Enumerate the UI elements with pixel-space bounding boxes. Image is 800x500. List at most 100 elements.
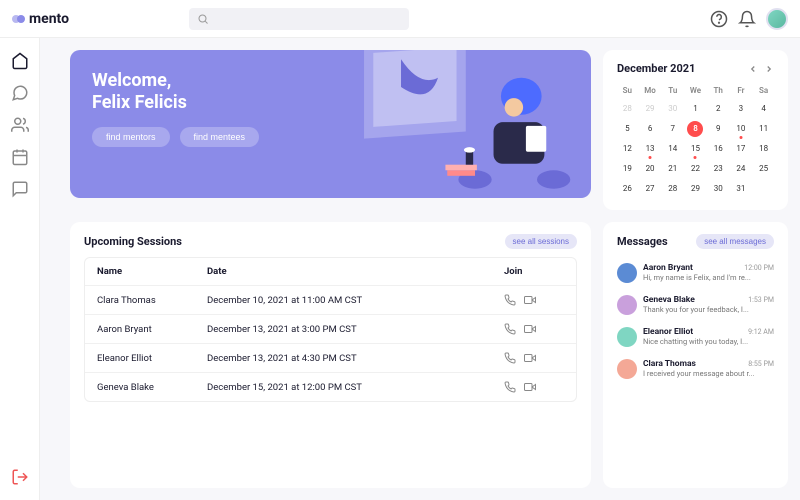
- message-time: 12:00 PM: [744, 264, 774, 272]
- session-name: Geneva Blake: [97, 382, 207, 393]
- calendar-day[interactable]: 24: [733, 161, 749, 177]
- session-name: Aaron Bryant: [97, 324, 207, 335]
- message-avatar: [617, 327, 637, 347]
- calendar-next-icon[interactable]: [764, 64, 774, 74]
- message-avatar: [617, 359, 637, 379]
- message-item[interactable]: Aaron Bryant12:00 PMHi, my name is Felix…: [617, 257, 774, 289]
- messages-title: Messages: [617, 235, 668, 248]
- calendar-dow: We: [685, 83, 706, 98]
- calendar-day[interactable]: 20: [642, 161, 658, 177]
- calendar-day[interactable]: 2: [710, 101, 726, 117]
- brand[interactable]: mento: [12, 11, 69, 27]
- nav-messages-icon[interactable]: [11, 180, 29, 198]
- video-icon[interactable]: [524, 294, 536, 306]
- session-name: Eleanor Elliot: [97, 353, 207, 364]
- calendar-day[interactable]: 25: [756, 161, 772, 177]
- find-mentees-button[interactable]: find mentees: [180, 127, 260, 147]
- calendar-day[interactable]: 31: [733, 181, 749, 197]
- calendar-day[interactable]: 9: [710, 121, 726, 137]
- calendar-day[interactable]: 22: [687, 161, 703, 177]
- nav-people-icon[interactable]: [11, 116, 29, 134]
- calendar-day[interactable]: 3: [733, 101, 749, 117]
- search-input[interactable]: [189, 8, 409, 30]
- phone-icon[interactable]: [504, 294, 516, 306]
- calendar-day[interactable]: 30: [665, 101, 681, 117]
- session-date: December 10, 2021 at 11:00 AM CST: [207, 295, 504, 306]
- hero-banner: Welcome, Felix Felicis find mentors find…: [70, 50, 591, 198]
- calendar-day[interactable]: 16: [710, 141, 726, 157]
- calendar-day[interactable]: 30: [710, 181, 726, 197]
- calendar-day[interactable]: 28: [665, 181, 681, 197]
- sessions-panel: Upcoming Sessions see all sessions Name …: [70, 222, 591, 488]
- calendar-day[interactable]: 5: [619, 121, 635, 137]
- calendar-dow: Fr: [731, 83, 752, 98]
- calendar-day[interactable]: 18: [756, 141, 772, 157]
- message-avatar: [617, 263, 637, 283]
- calendar-day[interactable]: 28: [619, 101, 635, 117]
- calendar-day[interactable]: 10: [733, 121, 749, 137]
- see-all-sessions-button[interactable]: see all sessions: [505, 234, 577, 249]
- calendar-day[interactable]: 27: [642, 181, 658, 197]
- message-name: Eleanor Elliot: [643, 327, 693, 337]
- table-header: Name Date Join: [85, 258, 576, 286]
- calendar-day[interactable]: 11: [756, 121, 772, 137]
- calendar-prev-icon[interactable]: [748, 64, 758, 74]
- nav-home-icon[interactable]: [11, 52, 29, 70]
- phone-icon[interactable]: [504, 352, 516, 364]
- logout-icon[interactable]: [11, 468, 29, 486]
- nav-calendar-icon[interactable]: [11, 148, 29, 166]
- calendar-day[interactable]: 15: [687, 141, 703, 157]
- message-item[interactable]: Clara Thomas 8:55 PMI received your messa…: [617, 353, 774, 385]
- session-name: Clara Thomas: [97, 295, 207, 306]
- video-icon[interactable]: [524, 381, 536, 393]
- message-name: Clara Thomas: [643, 359, 696, 369]
- col-date: Date: [207, 266, 504, 277]
- calendar-event-dot: [694, 156, 697, 159]
- calendar-day[interactable]: 4: [756, 101, 772, 117]
- phone-icon[interactable]: [504, 323, 516, 335]
- calendar-day[interactable]: 29: [642, 101, 658, 117]
- nav-chat-icon[interactable]: [11, 84, 29, 102]
- calendar-day[interactable]: 1: [687, 101, 703, 117]
- calendar-day[interactable]: 21: [665, 161, 681, 177]
- message-preview: I received your message about r...: [643, 369, 774, 378]
- calendar-day[interactable]: 8: [687, 121, 703, 137]
- phone-icon[interactable]: [504, 381, 516, 393]
- table-row: Eleanor ElliotDecember 13, 2021 at 4:30 …: [85, 344, 576, 373]
- message-preview: Thank you for your feedback, I...: [643, 305, 774, 314]
- session-date: December 13, 2021 at 4:30 PM CST: [207, 353, 504, 364]
- calendar-day[interactable]: 12: [619, 141, 635, 157]
- calendar-dow: Mo: [640, 83, 661, 98]
- calendar-grid: SuMoTuWeThFrSa28293012345678910111213141…: [617, 83, 774, 198]
- calendar-day[interactable]: 13: [642, 141, 658, 157]
- message-name: Aaron Bryant: [643, 263, 693, 273]
- find-mentors-button[interactable]: find mentors: [92, 127, 170, 147]
- topbar: mento: [0, 0, 800, 38]
- help-icon[interactable]: [710, 10, 728, 28]
- calendar-day[interactable]: 17: [733, 141, 749, 157]
- calendar-event-dot: [739, 136, 742, 139]
- sessions-title: Upcoming Sessions: [84, 235, 182, 248]
- calendar-day[interactable]: 6: [642, 121, 658, 137]
- calendar-title: December 2021: [617, 62, 695, 75]
- video-icon[interactable]: [524, 323, 536, 335]
- calendar-day[interactable]: 7: [665, 121, 681, 137]
- message-time: 8:55 PM: [748, 360, 774, 368]
- message-preview: Nice chatting with you today, I...: [643, 337, 774, 346]
- calendar-widget: December 2021 SuMoTuWeThFrSa282930123456…: [603, 50, 788, 210]
- table-row: Geneva BlakeDecember 15, 2021 at 12:00 P…: [85, 373, 576, 401]
- messages-panel: Messages see all messages Aaron Bryant 12…: [603, 222, 788, 488]
- video-icon[interactable]: [524, 352, 536, 364]
- sessions-table: Name Date Join Clara ThomasDecember 10, …: [84, 257, 577, 402]
- calendar-event-dot: [649, 156, 652, 159]
- calendar-day[interactable]: 26: [619, 181, 635, 197]
- calendar-day[interactable]: 23: [710, 161, 726, 177]
- avatar[interactable]: [766, 8, 788, 30]
- message-item[interactable]: Geneva Blake1:53 PMThank you for your fe…: [617, 289, 774, 321]
- message-item[interactable]: Eleanor Elliot9:12 AMNice chatting with …: [617, 321, 774, 353]
- bell-icon[interactable]: [738, 10, 756, 28]
- see-all-messages-button[interactable]: see all messages: [696, 234, 774, 249]
- calendar-day[interactable]: 19: [619, 161, 635, 177]
- calendar-day[interactable]: 14: [665, 141, 681, 157]
- calendar-day[interactable]: 29: [687, 181, 703, 197]
